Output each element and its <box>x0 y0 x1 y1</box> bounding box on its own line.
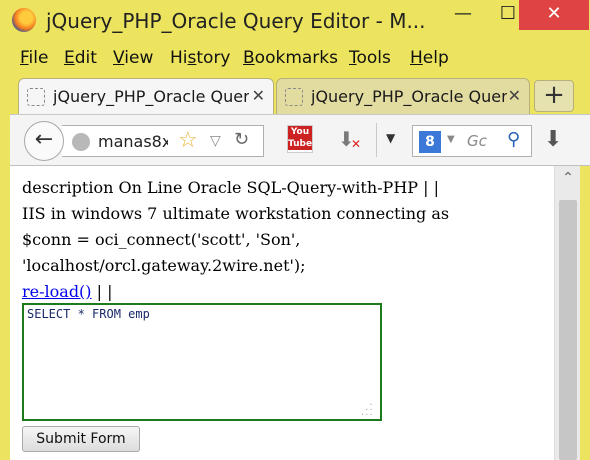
menu-bookmarks-label: ookmarks <box>254 48 338 68</box>
menu-bookmarks[interactable]: Bookmarks <box>243 48 338 68</box>
vertical-scrollbar[interactable]: ⌃ <box>554 166 580 460</box>
tab-strip: jQuery_PHP_Oracle Query Editor ✕ jQuery_… <box>0 74 590 114</box>
menu-history-prefix: Hi <box>170 48 188 68</box>
description-line: $conn = oci_connect('scott', 'Son', <box>22 230 301 249</box>
firefox-logo-icon <box>12 8 36 32</box>
tab-inactive[interactable]: jQuery_PHP_Oracle Query Editor ✕ <box>276 78 530 114</box>
menu-bookmarks-mnemonic: B <box>243 48 255 68</box>
minimize-button[interactable]: — <box>440 0 486 30</box>
menu-edit[interactable]: Edit <box>64 48 97 68</box>
description-line: 'localhost/orcl.gateway.2wire.net'); <box>22 256 306 275</box>
menu-file-label: ile <box>28 48 49 68</box>
url-dropdown-icon[interactable]: ▽ <box>210 133 221 149</box>
navigation-toolbar: manas8x. ☆ ▽ ↻ ← YouTube ⬇ ✕ ▼ 8 ▼ Gc ⚲ … <box>10 114 590 166</box>
new-tab-button[interactable]: + <box>534 80 574 112</box>
tab-close-icon[interactable]: ✕ <box>508 86 521 105</box>
reload-icon[interactable]: ↻ <box>234 129 249 150</box>
menu-edit-label: dit <box>74 48 97 68</box>
tab-active[interactable]: jQuery_PHP_Oracle Query Editor ✕ <box>18 78 274 114</box>
url-bar[interactable]: manas8x. ☆ ▽ ↻ <box>62 125 264 157</box>
tab-label: jQuery_PHP_Oracle Query Editor <box>311 87 507 106</box>
globe-icon <box>72 133 90 151</box>
scrollbar-thumb[interactable] <box>559 200 577 460</box>
menu-view-label: iew <box>124 48 154 68</box>
window-title: jQuery_PHP_Oracle Query Editor - M... <box>46 9 426 33</box>
youtube-icon[interactable]: You Tube <box>287 125 313 153</box>
close-window-button[interactable]: ✕ <box>519 0 589 30</box>
download-icon[interactable]: ⬇ <box>544 127 562 152</box>
menu-help-label: elp <box>422 48 449 68</box>
youtube-icon-top: You <box>288 126 312 138</box>
page-icon <box>27 88 45 106</box>
search-engine-dropdown-icon[interactable]: ▼ <box>447 134 455 145</box>
menu-edit-mnemonic: E <box>64 48 75 68</box>
scroll-up-arrow-icon[interactable]: ⌃ <box>555 170 581 186</box>
menu-tools-mnemonic: T <box>349 48 357 68</box>
search-input[interactable]: Gc <box>467 132 487 150</box>
menu-history[interactable]: History <box>170 48 231 68</box>
resize-grip-icon[interactable]: · ·· ··· <box>361 401 377 421</box>
menu-history-label: tory <box>196 48 231 68</box>
page-icon <box>285 88 303 106</box>
menu-help[interactable]: Help <box>410 48 449 68</box>
youtube-icon-bottom: Tube <box>288 138 313 150</box>
submit-form-button[interactable]: Submit Form <box>22 426 140 452</box>
menu-file[interactable]: File <box>20 48 48 68</box>
menu-bar: File Edit View History Bookmarks Tools H… <box>0 43 590 73</box>
tab-label: jQuery_PHP_Oracle Query Editor <box>53 87 249 106</box>
sql-query-textarea[interactable]: SELECT * FROM emp <box>22 303 382 421</box>
back-button[interactable]: ← <box>24 121 64 161</box>
page-content: description On Line Oracle SQL-Query-wit… <box>10 166 554 460</box>
toolbar-separator <box>376 123 377 157</box>
description-line: IIS in windows 7 ultimate workstation co… <box>22 204 450 223</box>
menu-file-mnemonic: F <box>20 48 29 68</box>
reload-line: re-load() | | <box>22 282 113 301</box>
description-line: description On Line Oracle SQL-Query-wit… <box>22 178 439 197</box>
search-bar[interactable]: 8 ▼ Gc ⚲ <box>412 125 532 157</box>
menu-view[interactable]: View <box>113 48 153 68</box>
menu-view-mnemonic: V <box>113 48 125 68</box>
addon-error-icon: ✕ <box>351 137 362 151</box>
search-icon[interactable]: ⚲ <box>507 129 520 150</box>
reload-link[interactable]: re-load() <box>22 282 92 301</box>
menu-help-mnemonic: H <box>410 48 423 68</box>
menu-tools-label: ools <box>356 48 391 68</box>
bookmark-star-icon[interactable]: ☆ <box>178 128 198 153</box>
title-bar: jQuery_PHP_Oracle Query Editor - M... — … <box>0 0 590 42</box>
reload-suffix: | | <box>91 282 113 301</box>
url-text[interactable]: manas8x. <box>98 132 168 151</box>
menu-tools[interactable]: Tools <box>349 48 391 68</box>
window-frame <box>580 166 590 460</box>
google-search-engine-icon[interactable]: 8 <box>419 131 441 153</box>
tab-close-icon[interactable]: ✕ <box>252 86 265 105</box>
toolbar-dropdown-icon[interactable]: ▼ <box>386 131 395 145</box>
